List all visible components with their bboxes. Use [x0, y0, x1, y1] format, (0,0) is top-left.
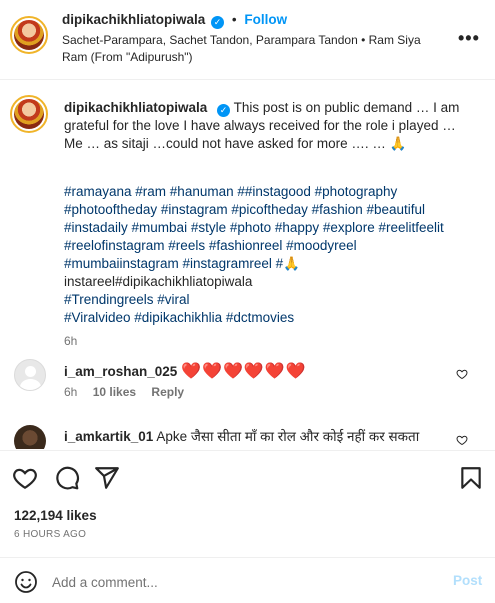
comment-content: i_am_roshan_025 ❤️❤️❤️❤️❤️❤️ [64, 361, 464, 381]
hashtag-line[interactable]: #Viralvideo #dipikachikhlia #dctmovies [64, 309, 484, 327]
avatar-placeholder-body [20, 379, 41, 390]
comments-scroll-area[interactable]: dipikachikhliatopiwala ✓ This post is on… [0, 81, 495, 449]
follow-button[interactable]: Follow [244, 12, 287, 27]
post-actions: 122,194 likes 6 HOURS AGO Post [0, 450, 495, 603]
caption-body: dipikachikhliatopiwala ✓ This post is on… [64, 99, 476, 153]
author-username[interactable]: dipikachikhliatopiwala [62, 12, 205, 27]
hashtag-line[interactable]: instareel#dipikachikhliatopiwala [64, 273, 484, 291]
verified-badge-icon: ✓ [217, 104, 231, 117]
verified-badge-icon: ✓ [211, 16, 225, 29]
post-header: dipikachikhliatopiwala ✓ • Follow Sachet… [0, 0, 495, 80]
share-icon[interactable] [94, 465, 120, 491]
post-timestamp[interactable]: 6 HOURS AGO [14, 529, 86, 540]
author-line: dipikachikhliatopiwala ✓ • Follow [62, 12, 287, 29]
comment-text: Apke जैसा सीता माँ का रोल और कोई नहीं कर… [156, 429, 420, 444]
commenter-avatar[interactable] [14, 359, 46, 391]
comment-content: i_amkartik_01 Apke जैसा सीता माँ का रोल … [64, 427, 464, 445]
hashtag-line[interactable]: #reelofinstagram #reels #fashionreel #mo… [64, 237, 484, 255]
bookmark-icon[interactable] [458, 465, 484, 491]
emoji-icon[interactable] [14, 570, 38, 594]
author-avatar[interactable] [10, 16, 48, 54]
likes-count[interactable]: 122,194 likes [14, 508, 97, 523]
comment-timestamp[interactable]: 6h [64, 385, 77, 399]
separator-dot: • [231, 12, 237, 27]
hashtag-line[interactable]: #mumbaiinstagram #instagramreel #🙏 [64, 255, 484, 273]
comment-likes[interactable]: 10 likes [93, 385, 136, 399]
reply-button[interactable]: Reply [151, 385, 184, 399]
commenter-avatar[interactable] [14, 425, 46, 449]
comment-meta: 6h 10 likes Reply [64, 385, 196, 399]
author-avatar-image [14, 20, 44, 50]
like-comment-heart-icon[interactable] [456, 368, 468, 380]
caption-avatar[interactable] [10, 95, 48, 133]
caption-avatar-image [14, 99, 44, 129]
avatar-placeholder-head [25, 366, 36, 377]
like-comment-heart-icon[interactable] [456, 434, 468, 446]
hashtags: #ramayana #ram #hanuman ##instagood #pho… [64, 183, 484, 327]
heart-icon[interactable] [12, 465, 38, 491]
more-options-icon[interactable]: ••• [458, 28, 480, 49]
hashtag-line[interactable]: #ramayana #ram #hanuman ##instagood #pho… [64, 183, 484, 201]
comment-text: ❤️❤️❤️❤️❤️❤️ [181, 363, 307, 380]
audio-attribution[interactable]: Sachet-Parampara, Sachet Tandon, Parampa… [62, 32, 442, 66]
comment-input[interactable] [52, 570, 432, 594]
commenter-username[interactable]: i_am_roshan_025 [64, 364, 177, 379]
hashtag-line[interactable]: #Trendingreels #viral [64, 291, 484, 309]
post-comment-button[interactable]: Post [453, 573, 482, 588]
hashtag-line[interactable]: #instadaily #mumbai #style #photo #happy… [64, 219, 484, 237]
caption-username[interactable]: dipikachikhliatopiwala [64, 100, 207, 115]
comment-icon[interactable] [54, 465, 80, 491]
add-comment-bar: Post [0, 557, 495, 603]
hashtag-line[interactable]: #photooftheday #instagram #picoftheday #… [64, 201, 484, 219]
caption-timestamp[interactable]: 6h [64, 334, 77, 348]
commenter-username[interactable]: i_amkartik_01 [64, 429, 153, 444]
